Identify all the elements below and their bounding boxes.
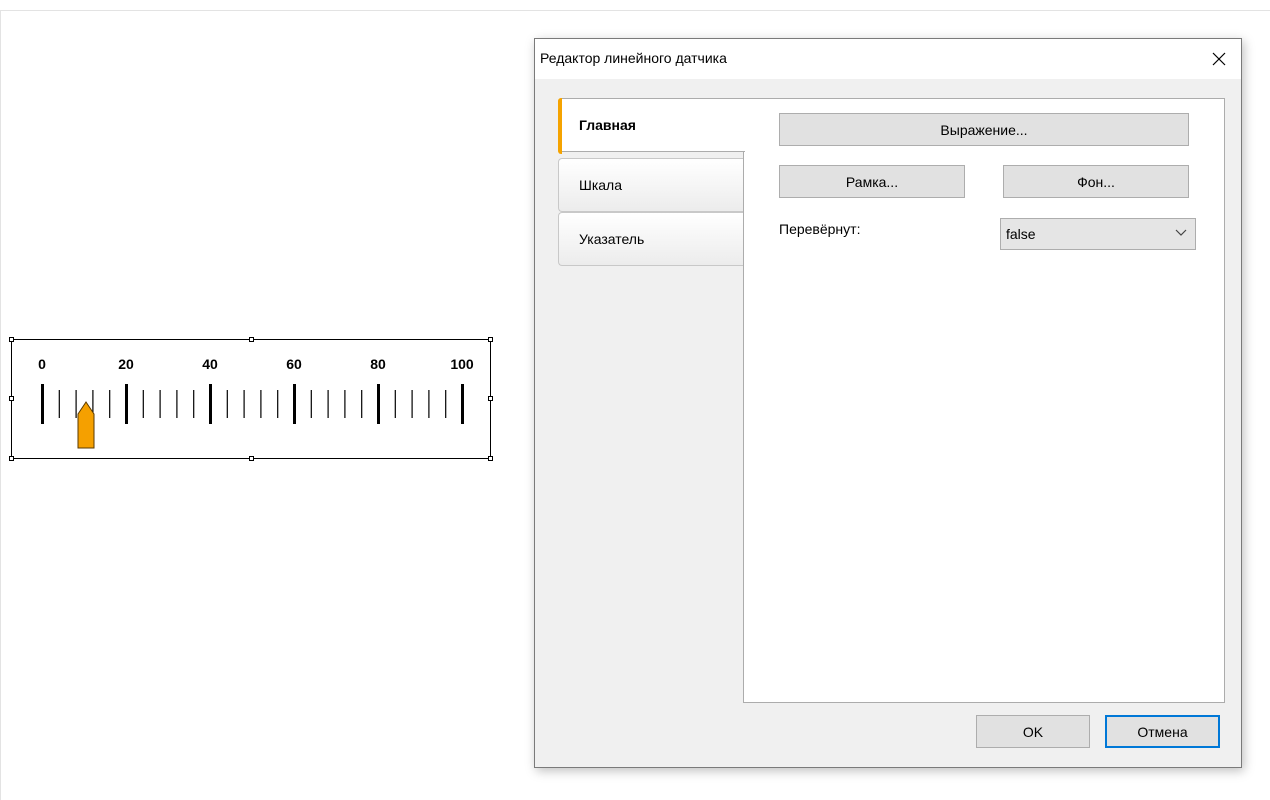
scale-tick-label: 0: [38, 356, 46, 372]
close-icon: [1212, 52, 1226, 66]
background-button[interactable]: Фон...: [1003, 165, 1189, 198]
cancel-button[interactable]: Отмена: [1105, 715, 1220, 748]
gauge-pointer: [77, 401, 95, 449]
scale-tick-label: 80: [370, 356, 386, 372]
tab-pointer-label: Указатель: [579, 231, 645, 247]
flipped-select-value: false: [1006, 226, 1036, 242]
dialog-titlebar: Редактор линейного датчика: [535, 39, 1241, 79]
tab-main[interactable]: Главная: [558, 98, 745, 154]
linear-gauge-editor-dialog: Редактор линейного датчика Главная Шкала…: [534, 38, 1242, 768]
resize-handle-top-right[interactable]: [488, 337, 493, 342]
resize-handle-bottom-left[interactable]: [9, 456, 14, 461]
tab-pointer[interactable]: Указатель: [558, 212, 744, 266]
resize-handle-middle-right[interactable]: [488, 396, 493, 401]
chevron-down-icon: [1175, 229, 1187, 236]
tab-scale-label: Шкала: [579, 177, 623, 193]
ok-button[interactable]: OK: [976, 715, 1090, 748]
scale-tick-label: 40: [202, 356, 218, 372]
tab-main-label: Главная: [579, 117, 636, 133]
resize-handle-top-left[interactable]: [9, 337, 14, 342]
flipped-select[interactable]: false: [1000, 218, 1196, 250]
tab-scale[interactable]: Шкала: [558, 158, 744, 212]
resize-handle-bottom-right[interactable]: [488, 456, 493, 461]
scale-tick-label: 60: [286, 356, 302, 372]
scale-tick-label: 100: [450, 356, 474, 372]
dialog-title: Редактор линейного датчика: [540, 50, 727, 66]
scale-tick-label: 20: [118, 356, 134, 372]
tab-panel-main: Выражение... Рамка... Фон... Перевёрнут:…: [743, 98, 1225, 703]
resize-handle-top-center[interactable]: [249, 337, 254, 342]
resize-handle-bottom-center[interactable]: [249, 456, 254, 461]
gauge-scale: 0 20 40 60 80 100: [38, 356, 474, 449]
tab-control: Главная Шкала Указатель Выражение... Рам…: [554, 98, 1226, 704]
border-button[interactable]: Рамка...: [779, 165, 965, 198]
resize-handle-middle-left[interactable]: [9, 396, 14, 401]
active-tab-accent: [558, 98, 562, 154]
canvas-top-border: [0, 10, 1270, 11]
flipped-label: Перевёрнут:: [779, 221, 861, 237]
close-button[interactable]: [1197, 39, 1241, 79]
expression-button[interactable]: Выражение...: [779, 113, 1189, 146]
linear-gauge[interactable]: 0 20 40 60 80 100: [11, 339, 491, 459]
canvas-left-border: [0, 10, 1, 800]
